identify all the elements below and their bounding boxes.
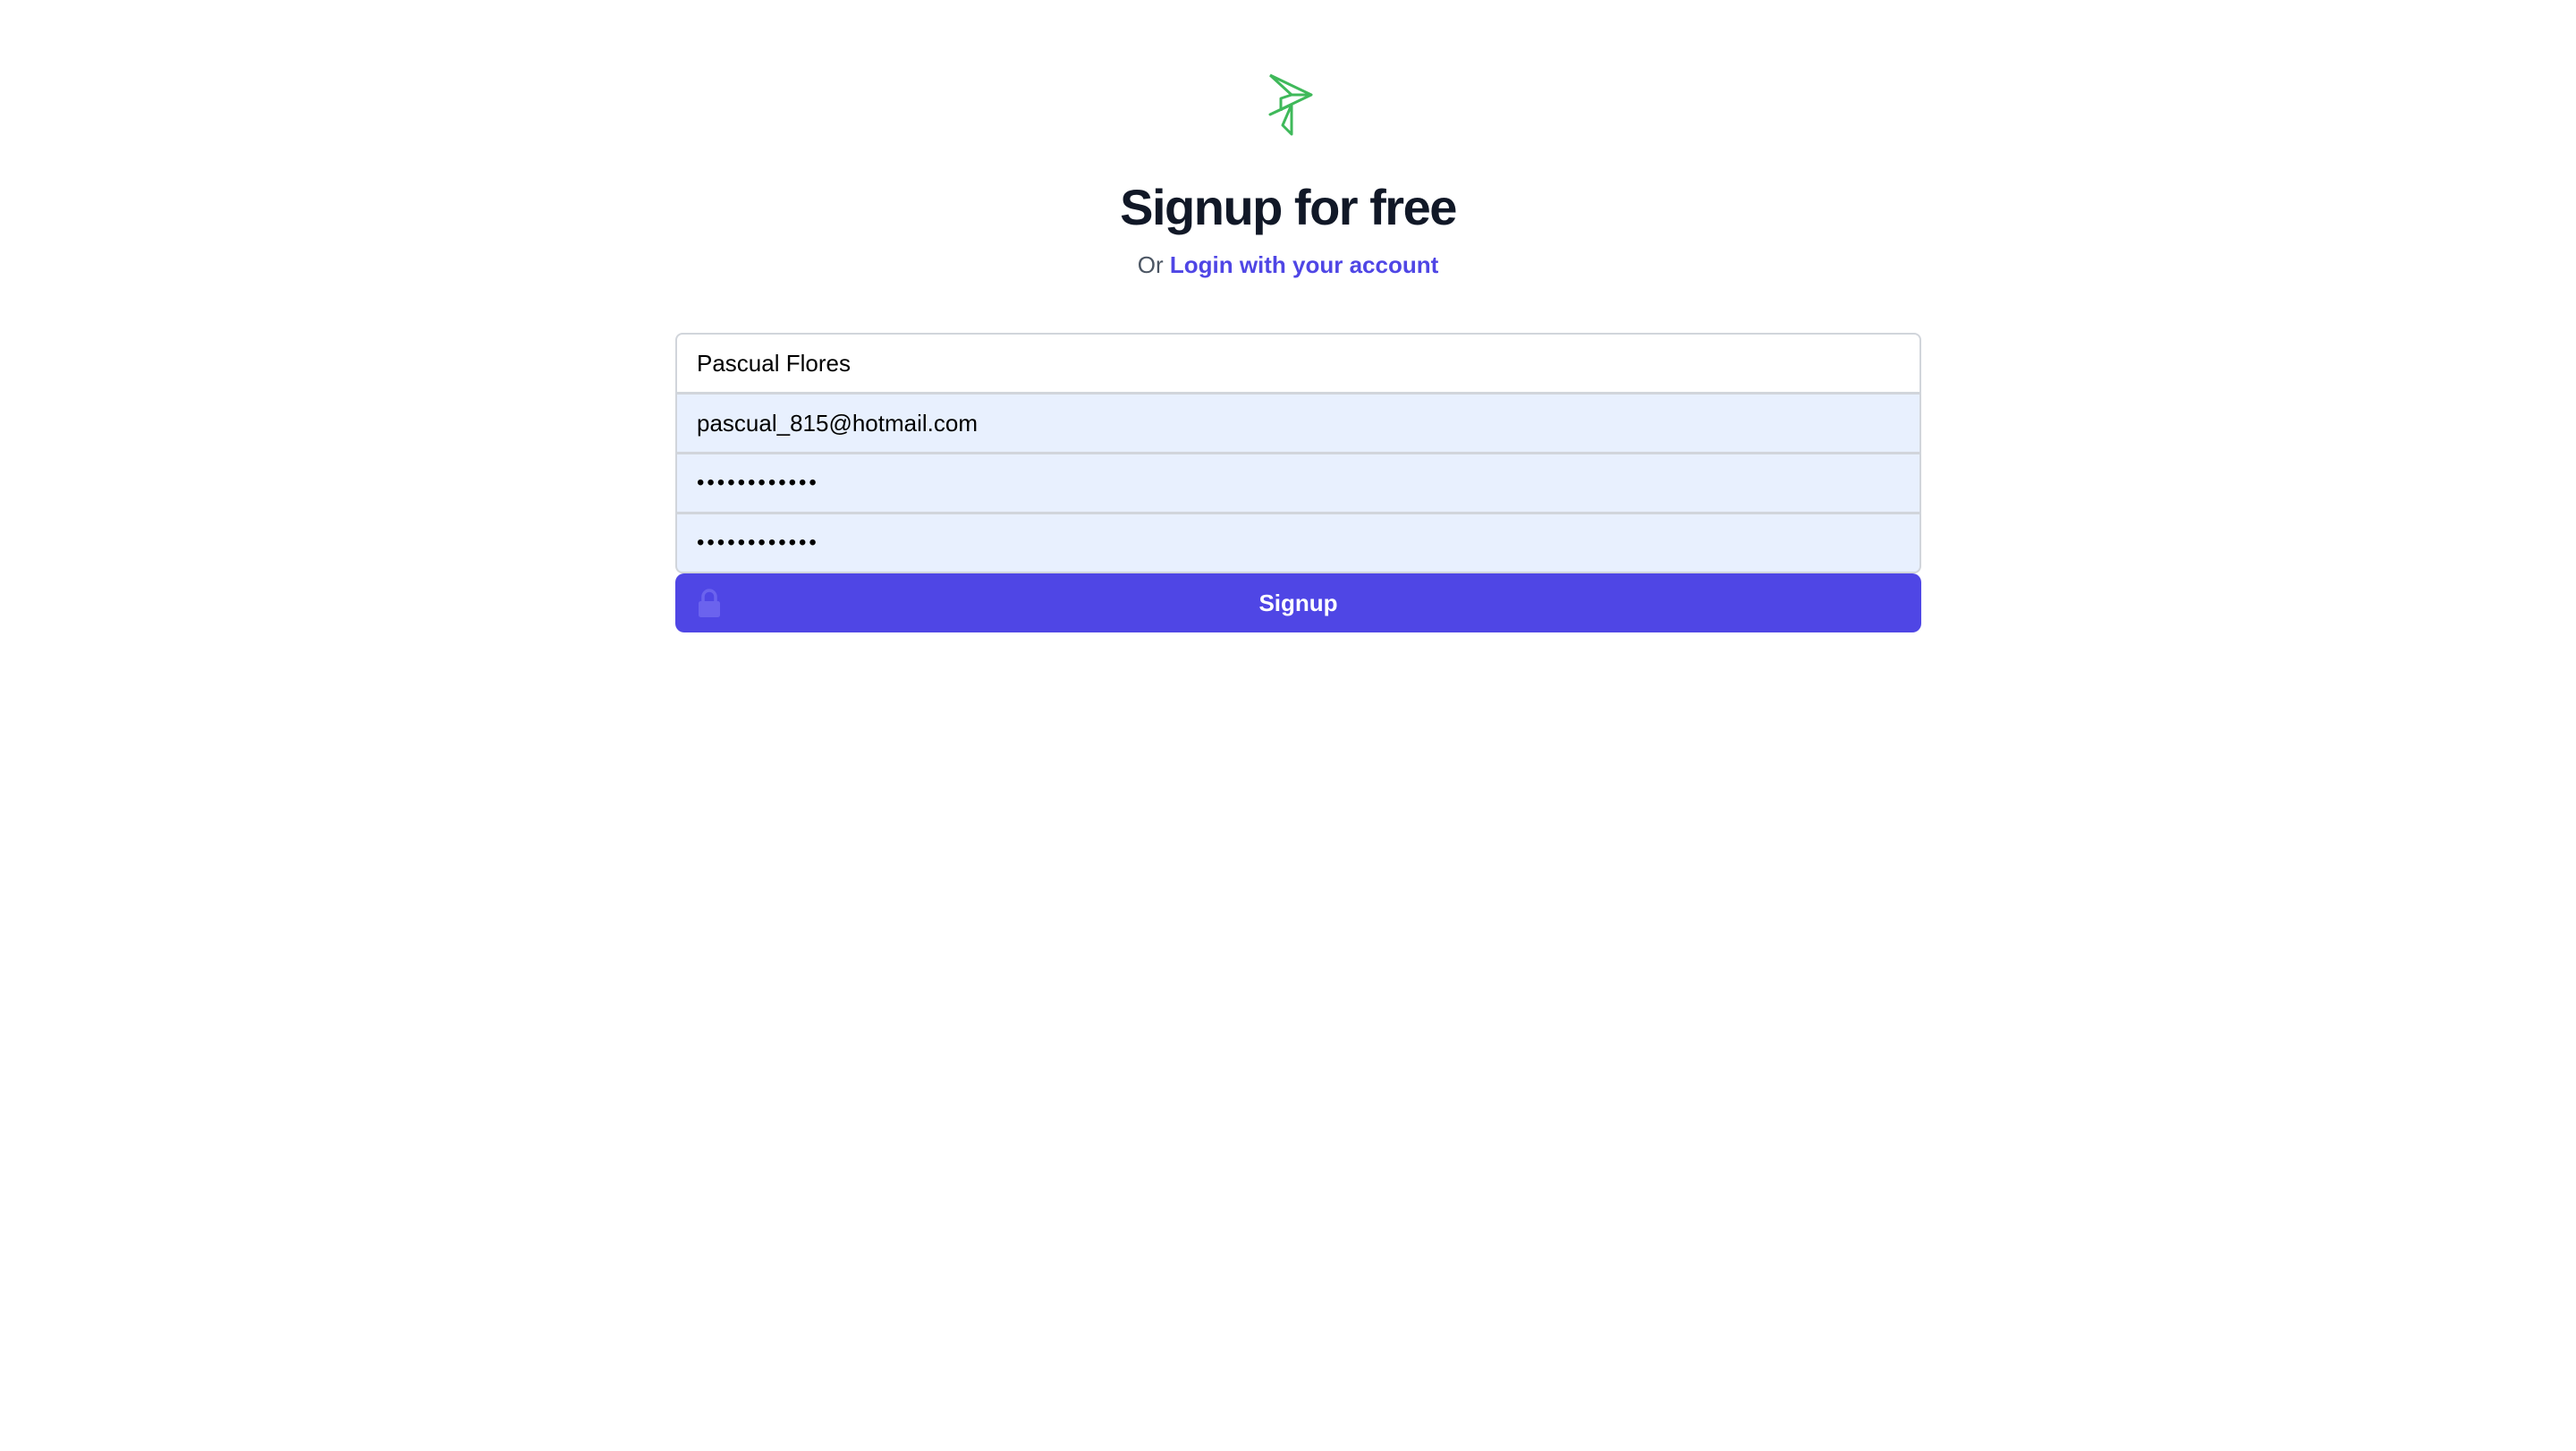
signup-page: Signup for free Or Login with your accou… [0, 0, 2576, 1451]
subtitle: Or Login with your account [0, 249, 2576, 281]
signup-button-label: Signup [1258, 589, 1338, 616]
subtitle-prefix: Or [1137, 251, 1164, 278]
confirm-password-field[interactable] [675, 513, 1921, 573]
email-field[interactable] [675, 393, 1921, 454]
name-field[interactable] [675, 333, 1921, 394]
page-title: Signup for free [1120, 179, 1457, 235]
lock-icon [699, 589, 720, 617]
signup-button[interactable]: Signup [675, 573, 1921, 632]
paper-plane-logo-icon [1268, 73, 1313, 136]
password-field[interactable] [675, 453, 1921, 513]
signup-form: Signup [675, 333, 1921, 632]
login-link[interactable]: Login with your account [1170, 251, 1438, 278]
